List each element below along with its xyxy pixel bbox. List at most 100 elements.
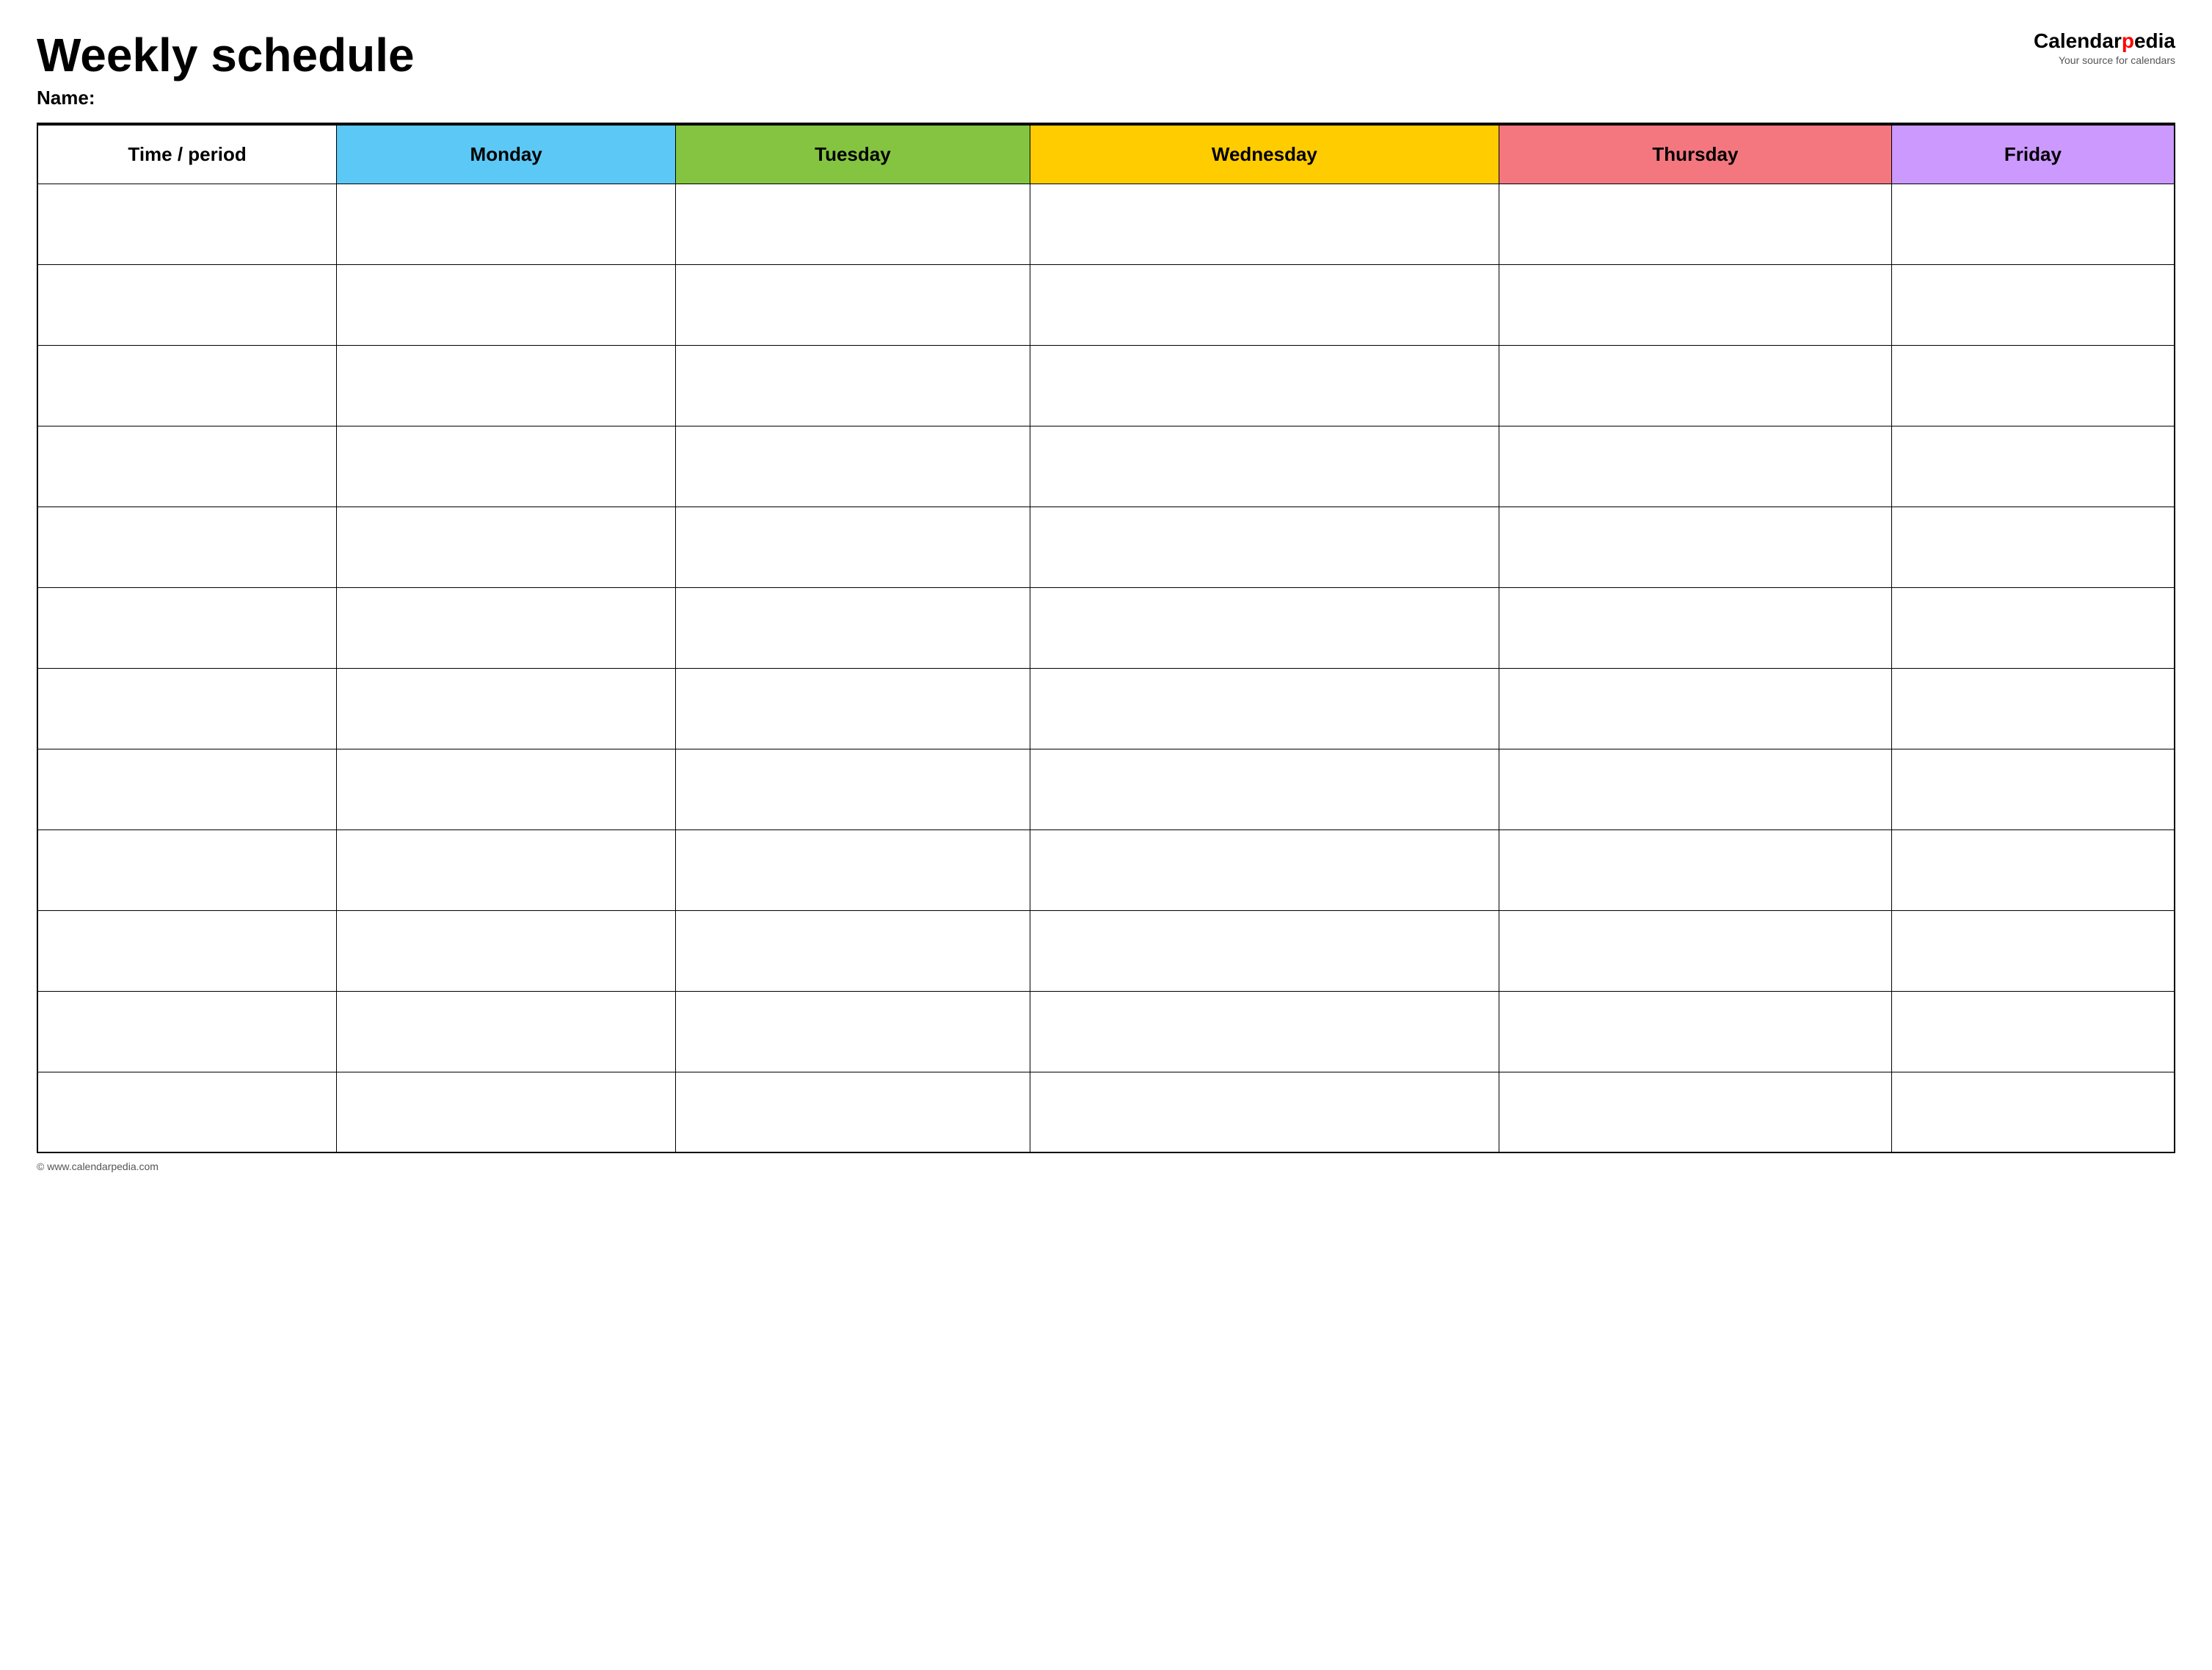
table-cell-wednesday[interactable]	[1030, 184, 1499, 264]
table-cell-monday[interactable]	[337, 507, 676, 587]
table-cell-time[interactable]	[37, 345, 337, 426]
column-header-wednesday: Wednesday	[1030, 125, 1499, 184]
table-cell-tuesday[interactable]	[676, 507, 1030, 587]
table-cell-wednesday[interactable]	[1030, 910, 1499, 991]
table-cell-time[interactable]	[37, 829, 337, 910]
table-cell-wednesday[interactable]	[1030, 991, 1499, 1072]
table-row	[37, 264, 2175, 345]
schedule-body	[37, 184, 2175, 1152]
table-cell-monday[interactable]	[337, 749, 676, 829]
page-header: Weekly schedule Name: Calendarpedia Your…	[37, 29, 2175, 109]
table-cell-monday[interactable]	[337, 910, 676, 991]
table-cell-thursday[interactable]	[1499, 910, 1892, 991]
logo-red-letter: p	[2122, 29, 2134, 52]
table-row	[37, 587, 2175, 668]
table-cell-wednesday[interactable]	[1030, 507, 1499, 587]
table-cell-friday[interactable]	[1891, 426, 2175, 507]
table-cell-monday[interactable]	[337, 1072, 676, 1152]
table-cell-wednesday[interactable]	[1030, 345, 1499, 426]
table-cell-tuesday[interactable]	[676, 668, 1030, 749]
table-cell-wednesday[interactable]	[1030, 264, 1499, 345]
table-cell-thursday[interactable]	[1499, 991, 1892, 1072]
table-cell-friday[interactable]	[1891, 507, 2175, 587]
table-cell-tuesday[interactable]	[676, 749, 1030, 829]
table-cell-friday[interactable]	[1891, 668, 2175, 749]
table-cell-monday[interactable]	[337, 345, 676, 426]
table-cell-friday[interactable]	[1891, 910, 2175, 991]
table-cell-wednesday[interactable]	[1030, 426, 1499, 507]
page-title: Weekly schedule	[37, 29, 415, 81]
logo-text: Calendarpedia	[2034, 29, 2175, 53]
table-cell-thursday[interactable]	[1499, 587, 1892, 668]
table-cell-tuesday[interactable]	[676, 991, 1030, 1072]
table-cell-thursday[interactable]	[1499, 264, 1892, 345]
table-cell-tuesday[interactable]	[676, 829, 1030, 910]
table-cell-time[interactable]	[37, 991, 337, 1072]
table-cell-friday[interactable]	[1891, 345, 2175, 426]
table-cell-tuesday[interactable]	[676, 184, 1030, 264]
table-cell-friday[interactable]	[1891, 749, 2175, 829]
table-cell-friday[interactable]	[1891, 184, 2175, 264]
table-row	[37, 749, 2175, 829]
table-cell-time[interactable]	[37, 749, 337, 829]
table-cell-thursday[interactable]	[1499, 184, 1892, 264]
table-cell-thursday[interactable]	[1499, 507, 1892, 587]
table-cell-monday[interactable]	[337, 829, 676, 910]
table-row	[37, 345, 2175, 426]
column-header-tuesday: Tuesday	[676, 125, 1030, 184]
logo-section: Calendarpedia Your source for calendars	[2034, 29, 2175, 66]
table-cell-tuesday[interactable]	[676, 345, 1030, 426]
table-cell-wednesday[interactable]	[1030, 668, 1499, 749]
table-row	[37, 829, 2175, 910]
table-cell-thursday[interactable]	[1499, 829, 1892, 910]
table-cell-friday[interactable]	[1891, 587, 2175, 668]
table-cell-friday[interactable]	[1891, 1072, 2175, 1152]
table-cell-thursday[interactable]	[1499, 1072, 1892, 1152]
table-cell-time[interactable]	[37, 668, 337, 749]
column-header-time: Time / period	[37, 125, 337, 184]
column-header-monday: Monday	[337, 125, 676, 184]
table-cell-tuesday[interactable]	[676, 1072, 1030, 1152]
table-cell-time[interactable]	[37, 426, 337, 507]
table-cell-monday[interactable]	[337, 587, 676, 668]
table-cell-wednesday[interactable]	[1030, 587, 1499, 668]
table-cell-friday[interactable]	[1891, 264, 2175, 345]
table-cell-monday[interactable]	[337, 264, 676, 345]
table-row	[37, 507, 2175, 587]
table-cell-monday[interactable]	[337, 668, 676, 749]
table-cell-time[interactable]	[37, 1072, 337, 1152]
footer-url: © www.calendarpedia.com	[37, 1161, 159, 1172]
table-cell-tuesday[interactable]	[676, 264, 1030, 345]
table-cell-monday[interactable]	[337, 184, 676, 264]
table-cell-time[interactable]	[37, 507, 337, 587]
table-cell-thursday[interactable]	[1499, 749, 1892, 829]
logo-tagline: Your source for calendars	[2059, 54, 2175, 66]
table-cell-tuesday[interactable]	[676, 426, 1030, 507]
table-cell-time[interactable]	[37, 184, 337, 264]
table-cell-friday[interactable]	[1891, 991, 2175, 1072]
table-row	[37, 184, 2175, 264]
table-row	[37, 991, 2175, 1072]
table-cell-wednesday[interactable]	[1030, 1072, 1499, 1152]
table-cell-tuesday[interactable]	[676, 587, 1030, 668]
table-row	[37, 910, 2175, 991]
table-cell-time[interactable]	[37, 264, 337, 345]
table-row	[37, 668, 2175, 749]
table-cell-time[interactable]	[37, 587, 337, 668]
table-cell-monday[interactable]	[337, 426, 676, 507]
table-cell-tuesday[interactable]	[676, 910, 1030, 991]
table-row	[37, 426, 2175, 507]
name-label: Name:	[37, 87, 415, 109]
table-cell-wednesday[interactable]	[1030, 749, 1499, 829]
column-header-thursday: Thursday	[1499, 125, 1892, 184]
table-cell-time[interactable]	[37, 910, 337, 991]
table-cell-wednesday[interactable]	[1030, 829, 1499, 910]
table-cell-thursday[interactable]	[1499, 668, 1892, 749]
table-cell-monday[interactable]	[337, 991, 676, 1072]
table-cell-thursday[interactable]	[1499, 426, 1892, 507]
table-header-row: Time / period Monday Tuesday Wednesday T…	[37, 125, 2175, 184]
column-header-friday: Friday	[1891, 125, 2175, 184]
table-cell-thursday[interactable]	[1499, 345, 1892, 426]
logo-part1: Calendar	[2034, 29, 2122, 52]
table-cell-friday[interactable]	[1891, 829, 2175, 910]
